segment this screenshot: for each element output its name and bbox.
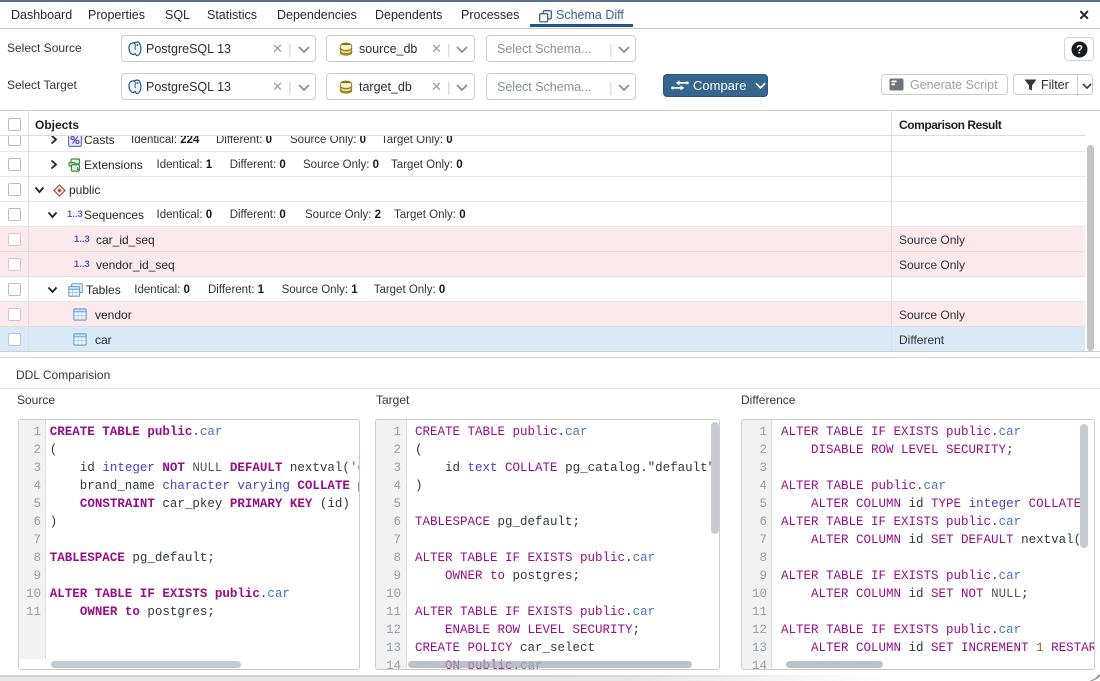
svg-text:?: ? bbox=[1075, 44, 1082, 56]
